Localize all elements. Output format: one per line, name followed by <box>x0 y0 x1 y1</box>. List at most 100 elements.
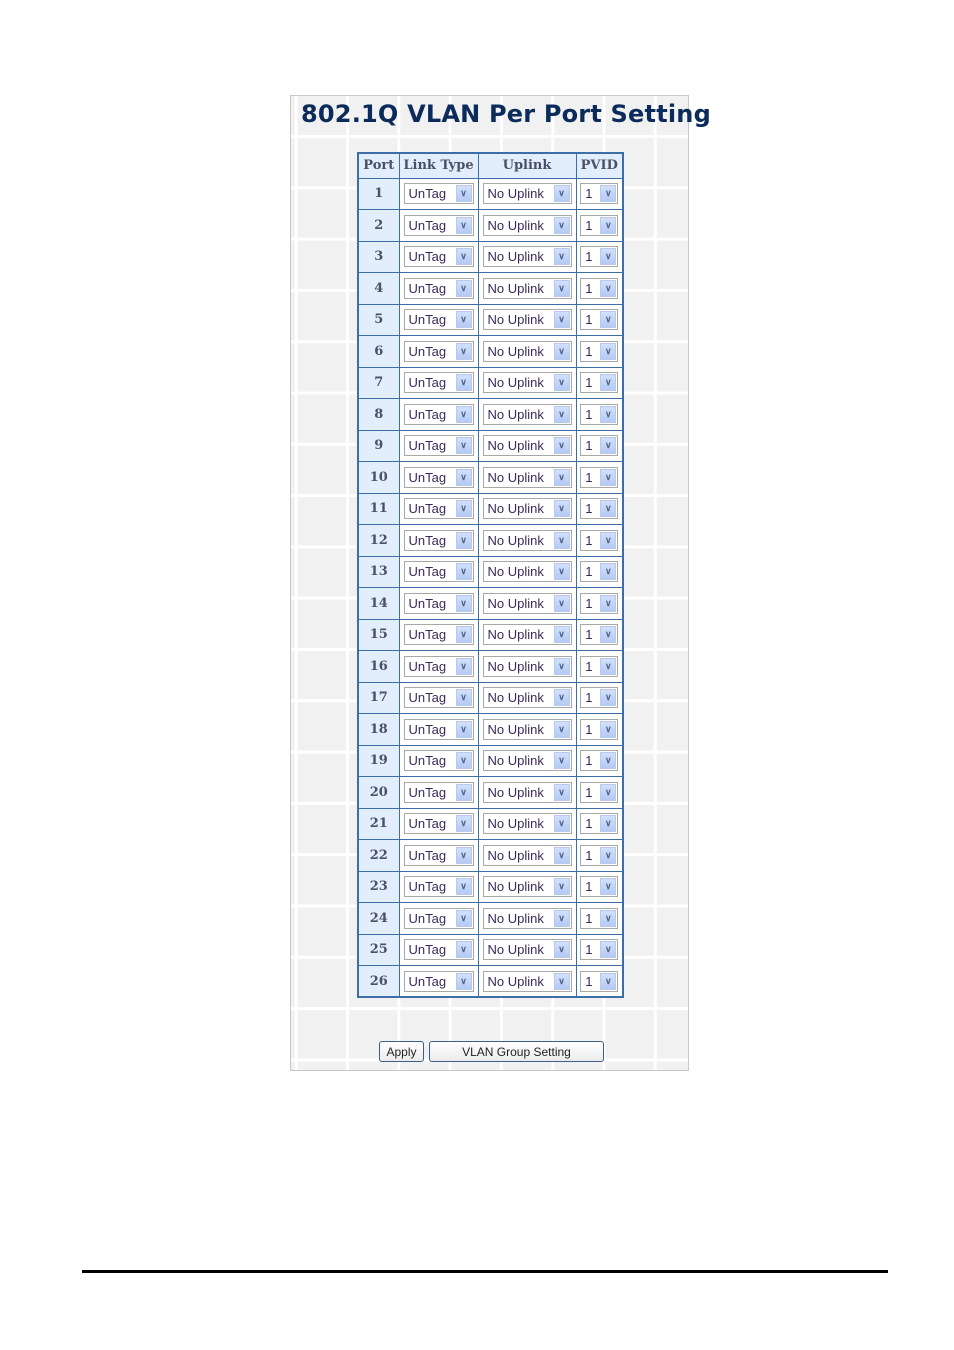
uplink-select[interactable]: No Uplink ∨ <box>482 781 572 803</box>
chevron-down-icon[interactable]: ∨ <box>455 216 472 234</box>
pvid-select[interactable]: 1 ∨ <box>580 435 619 457</box>
chevron-down-icon[interactable]: ∨ <box>455 594 472 612</box>
chevron-down-icon[interactable]: ∨ <box>455 626 472 644</box>
pvid-select[interactable]: 1 ∨ <box>580 970 619 992</box>
chevron-down-icon[interactable]: ∨ <box>553 279 570 297</box>
chevron-down-icon[interactable]: ∨ <box>600 279 617 297</box>
link-type-select[interactable]: UnTag ∨ <box>403 750 474 772</box>
pvid-select[interactable]: 1 ∨ <box>580 466 619 488</box>
chevron-down-icon[interactable]: ∨ <box>600 783 617 801</box>
pvid-select[interactable]: 1 ∨ <box>580 876 619 898</box>
chevron-down-icon[interactable]: ∨ <box>455 342 472 360</box>
chevron-down-icon[interactable]: ∨ <box>455 720 472 738</box>
uplink-select[interactable]: No Uplink ∨ <box>482 246 572 268</box>
chevron-down-icon[interactable]: ∨ <box>455 279 472 297</box>
chevron-down-icon[interactable]: ∨ <box>553 405 570 423</box>
chevron-down-icon[interactable]: ∨ <box>553 752 570 770</box>
chevron-down-icon[interactable]: ∨ <box>600 972 617 990</box>
uplink-select[interactable]: No Uplink ∨ <box>482 844 572 866</box>
pvid-select[interactable]: 1 ∨ <box>580 214 619 236</box>
chevron-down-icon[interactable]: ∨ <box>455 311 472 329</box>
chevron-down-icon[interactable]: ∨ <box>553 374 570 392</box>
link-type-select[interactable]: UnTag ∨ <box>403 277 474 299</box>
uplink-select[interactable]: No Uplink ∨ <box>482 939 572 961</box>
uplink-select[interactable]: No Uplink ∨ <box>482 214 572 236</box>
chevron-down-icon[interactable]: ∨ <box>553 468 570 486</box>
uplink-select[interactable]: No Uplink ∨ <box>482 309 572 331</box>
pvid-select[interactable]: 1 ∨ <box>580 687 619 709</box>
uplink-select[interactable]: No Uplink ∨ <box>482 655 572 677</box>
chevron-down-icon[interactable]: ∨ <box>600 185 617 203</box>
link-type-select[interactable]: UnTag ∨ <box>403 655 474 677</box>
chevron-down-icon[interactable]: ∨ <box>600 563 617 581</box>
link-type-select[interactable]: UnTag ∨ <box>403 340 474 362</box>
pvid-select[interactable]: 1 ∨ <box>580 372 619 394</box>
link-type-select[interactable]: UnTag ∨ <box>403 435 474 457</box>
pvid-select[interactable]: 1 ∨ <box>580 277 619 299</box>
chevron-down-icon[interactable]: ∨ <box>553 878 570 896</box>
uplink-select[interactable]: No Uplink ∨ <box>482 750 572 772</box>
chevron-down-icon[interactable]: ∨ <box>600 405 617 423</box>
link-type-select[interactable]: UnTag ∨ <box>403 907 474 929</box>
chevron-down-icon[interactable]: ∨ <box>455 783 472 801</box>
chevron-down-icon[interactable]: ∨ <box>455 500 472 518</box>
link-type-select[interactable]: UnTag ∨ <box>403 498 474 520</box>
pvid-select[interactable]: 1 ∨ <box>580 340 619 362</box>
chevron-down-icon[interactable]: ∨ <box>455 941 472 959</box>
pvid-select[interactable]: 1 ∨ <box>580 939 619 961</box>
uplink-select[interactable]: No Uplink ∨ <box>482 498 572 520</box>
chevron-down-icon[interactable]: ∨ <box>455 248 472 266</box>
chevron-down-icon[interactable]: ∨ <box>600 374 617 392</box>
pvid-select[interactable]: 1 ∨ <box>580 183 619 205</box>
uplink-select[interactable]: No Uplink ∨ <box>482 876 572 898</box>
chevron-down-icon[interactable]: ∨ <box>553 626 570 644</box>
uplink-select[interactable]: No Uplink ∨ <box>482 372 572 394</box>
chevron-down-icon[interactable]: ∨ <box>600 342 617 360</box>
chevron-down-icon[interactable]: ∨ <box>600 594 617 612</box>
link-type-select[interactable]: UnTag ∨ <box>403 561 474 583</box>
pvid-select[interactable]: 1 ∨ <box>580 529 619 551</box>
link-type-select[interactable]: UnTag ∨ <box>403 687 474 709</box>
pvid-select[interactable]: 1 ∨ <box>580 907 619 929</box>
chevron-down-icon[interactable]: ∨ <box>553 909 570 927</box>
chevron-down-icon[interactable]: ∨ <box>553 248 570 266</box>
chevron-down-icon[interactable]: ∨ <box>600 311 617 329</box>
pvid-select[interactable]: 1 ∨ <box>580 498 619 520</box>
uplink-select[interactable]: No Uplink ∨ <box>482 529 572 551</box>
link-type-select[interactable]: UnTag ∨ <box>403 970 474 992</box>
link-type-select[interactable]: UnTag ∨ <box>403 466 474 488</box>
link-type-select[interactable]: UnTag ∨ <box>403 309 474 331</box>
uplink-select[interactable]: No Uplink ∨ <box>482 466 572 488</box>
chevron-down-icon[interactable]: ∨ <box>455 405 472 423</box>
uplink-select[interactable]: No Uplink ∨ <box>482 403 572 425</box>
chevron-down-icon[interactable]: ∨ <box>600 468 617 486</box>
uplink-select[interactable]: No Uplink ∨ <box>482 624 572 646</box>
chevron-down-icon[interactable]: ∨ <box>553 342 570 360</box>
chevron-down-icon[interactable]: ∨ <box>455 531 472 549</box>
link-type-select[interactable]: UnTag ∨ <box>403 183 474 205</box>
chevron-down-icon[interactable]: ∨ <box>600 878 617 896</box>
chevron-down-icon[interactable]: ∨ <box>455 374 472 392</box>
vlan-group-setting-button[interactable]: VLAN Group Setting <box>429 1041 604 1062</box>
chevron-down-icon[interactable]: ∨ <box>600 815 617 833</box>
uplink-select[interactable]: No Uplink ∨ <box>482 592 572 614</box>
pvid-select[interactable]: 1 ∨ <box>580 844 619 866</box>
link-type-select[interactable]: UnTag ∨ <box>403 876 474 898</box>
link-type-select[interactable]: UnTag ∨ <box>403 844 474 866</box>
chevron-down-icon[interactable]: ∨ <box>553 846 570 864</box>
chevron-down-icon[interactable]: ∨ <box>553 185 570 203</box>
chevron-down-icon[interactable]: ∨ <box>553 216 570 234</box>
uplink-select[interactable]: No Uplink ∨ <box>482 718 572 740</box>
pvid-select[interactable]: 1 ∨ <box>580 781 619 803</box>
link-type-select[interactable]: UnTag ∨ <box>403 214 474 236</box>
chevron-down-icon[interactable]: ∨ <box>455 437 472 455</box>
uplink-select[interactable]: No Uplink ∨ <box>482 183 572 205</box>
chevron-down-icon[interactable]: ∨ <box>455 972 472 990</box>
link-type-select[interactable]: UnTag ∨ <box>403 939 474 961</box>
link-type-select[interactable]: UnTag ∨ <box>403 372 474 394</box>
link-type-select[interactable]: UnTag ∨ <box>403 529 474 551</box>
chevron-down-icon[interactable]: ∨ <box>553 531 570 549</box>
chevron-down-icon[interactable]: ∨ <box>600 846 617 864</box>
chevron-down-icon[interactable]: ∨ <box>455 846 472 864</box>
chevron-down-icon[interactable]: ∨ <box>455 909 472 927</box>
